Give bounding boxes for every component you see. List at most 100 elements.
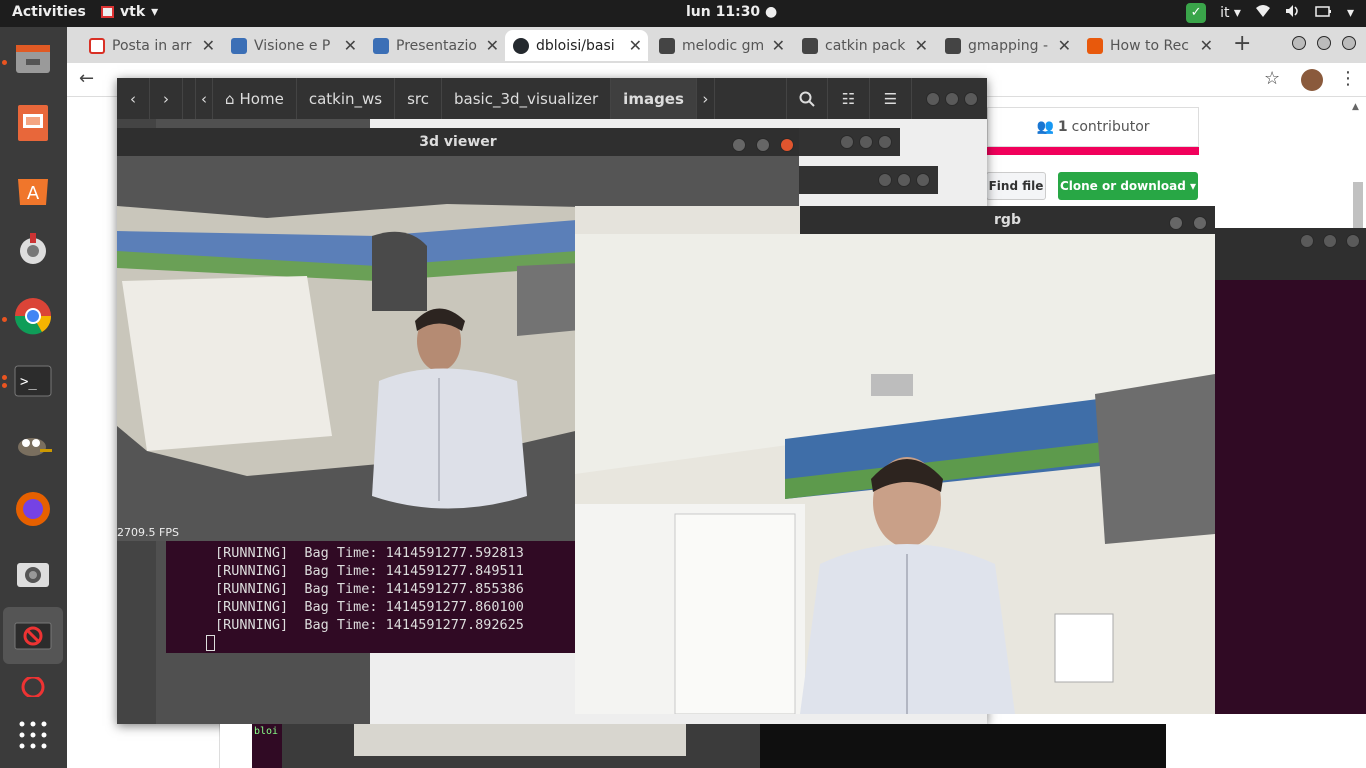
- terminal-icon[interactable]: >_: [9, 357, 57, 405]
- search-icon[interactable]: [786, 78, 828, 119]
- breadcrumb[interactable]: catkin_ws: [297, 78, 396, 119]
- running-indicator: [2, 317, 7, 322]
- path-right-icon[interactable]: ›: [697, 78, 715, 119]
- minimize-icon[interactable]: [732, 138, 747, 152]
- find-file-button[interactable]: Find file: [986, 172, 1046, 200]
- vtk-dock-icon[interactable]: [3, 607, 63, 664]
- terminal-line: [RUNNING] Bag Time: 1414591277.592813: [215, 545, 524, 561]
- window-titlebar[interactable]: [1215, 228, 1366, 280]
- settings-icon[interactable]: [9, 227, 57, 275]
- forward-icon[interactable]: ›: [150, 78, 183, 119]
- system-menu-chevron-icon[interactable]: ▾: [1347, 5, 1354, 21]
- browser-tab[interactable]: catkin pack ✕: [794, 30, 934, 61]
- window-titlebar[interactable]: rgb: [800, 206, 1215, 234]
- close-icon[interactable]: [916, 173, 930, 187]
- close-icon[interactable]: ✕: [486, 36, 499, 55]
- terminal-line: [RUNNING] Bag Time: 1414591277.849511: [215, 563, 524, 579]
- camera-icon[interactable]: [9, 549, 57, 597]
- maximize-icon[interactable]: [897, 173, 911, 187]
- breadcrumb-current[interactable]: images: [611, 78, 697, 119]
- clone-download-button[interactable]: Clone or download ▾: [1058, 172, 1198, 200]
- avatar[interactable]: [1301, 69, 1323, 91]
- maximize-icon[interactable]: [1322, 234, 1337, 248]
- minimize-icon[interactable]: [926, 91, 940, 106]
- contributors-box[interactable]: 👥 1 contributor: [987, 107, 1199, 147]
- new-tab-icon[interactable]: +: [1233, 31, 1251, 56]
- firefox-icon[interactable]: [9, 484, 57, 532]
- app-menu[interactable]: vtk ▾: [101, 4, 158, 20]
- browser-tab[interactable]: Presentazio ✕: [365, 30, 505, 61]
- bookmark-star-icon[interactable]: ☆: [1264, 68, 1280, 89]
- chrome-icon[interactable]: [9, 292, 57, 340]
- path-left-icon[interactable]: ‹: [195, 78, 213, 119]
- close-icon[interactable]: [1346, 234, 1360, 248]
- svg-text:>_: >_: [20, 374, 37, 390]
- extra-app-icon[interactable]: [9, 677, 57, 697]
- close-icon[interactable]: [1342, 36, 1356, 50]
- clock[interactable]: lun 11:30 ●: [686, 4, 777, 20]
- site-icon: [373, 37, 389, 54]
- impress-icon[interactable]: [9, 99, 57, 147]
- more-menu-icon[interactable]: ⋮: [1339, 68, 1357, 89]
- close-icon[interactable]: ✕: [1058, 36, 1071, 55]
- language-indicator[interactable]: it ▾: [1220, 5, 1241, 21]
- close-icon[interactable]: ✕: [629, 36, 642, 55]
- minimize-icon[interactable]: [1292, 36, 1306, 50]
- close-icon[interactable]: [964, 91, 978, 106]
- running-indicator: [2, 375, 7, 380]
- back-icon[interactable]: ←: [79, 68, 94, 89]
- hamburger-menu-icon[interactable]: ☰: [870, 78, 912, 119]
- rgb-window[interactable]: rgb: [575, 206, 1215, 714]
- maximize-icon[interactable]: [1317, 36, 1331, 50]
- minimize-icon[interactable]: [1169, 216, 1184, 230]
- breadcrumb[interactable]: src: [395, 78, 442, 119]
- background-terminal-window[interactable]: [1215, 228, 1366, 714]
- tab-label: Visione e P: [254, 37, 331, 54]
- minimize-icon[interactable]: [878, 173, 892, 187]
- close-icon[interactable]: [780, 138, 794, 152]
- tab-label: catkin pack: [825, 37, 906, 54]
- maximize-icon[interactable]: [859, 135, 873, 149]
- breadcrumb[interactable]: basic_3d_visualizer: [442, 78, 612, 119]
- browser-tab-active[interactable]: dbloisi/basi ✕: [505, 30, 648, 61]
- maximize-icon[interactable]: [756, 138, 771, 152]
- breadcrumb-home[interactable]: ⌂ Home: [213, 78, 297, 119]
- close-icon[interactable]: [878, 135, 892, 149]
- activities-button[interactable]: Activities: [12, 4, 86, 20]
- tab-label: gmapping -: [968, 37, 1049, 54]
- svg-text:A: A: [27, 183, 40, 204]
- close-icon[interactable]: ✕: [344, 36, 357, 55]
- ros-icon: [802, 37, 818, 54]
- files-manager-icon[interactable]: [9, 34, 57, 82]
- tab-label: melodic gm: [682, 37, 765, 54]
- update-ok-icon[interactable]: ✓: [1186, 3, 1207, 23]
- minimize-icon[interactable]: [840, 135, 854, 149]
- browser-tab[interactable]: How to Rec ✕: [1079, 30, 1219, 61]
- terminal-window[interactable]: [RUNNING] Bag Time: 1414591277.592813 [R…: [166, 540, 575, 653]
- browser-tab[interactable]: gmapping - ✕: [937, 30, 1077, 61]
- close-icon[interactable]: ✕: [772, 36, 785, 55]
- show-applications-icon[interactable]: [9, 711, 57, 759]
- maximize-icon[interactable]: [945, 91, 959, 106]
- volume-icon[interactable]: [1285, 4, 1301, 22]
- browser-tab[interactable]: Visione e P ✕: [223, 30, 363, 61]
- browser-tab[interactable]: Posta in arr ✕: [81, 30, 221, 61]
- back-icon[interactable]: ‹: [117, 78, 150, 119]
- software-center-icon[interactable]: A: [9, 164, 57, 212]
- scroll-up-icon[interactable]: ▲: [1352, 102, 1362, 112]
- contributors-label: contributor: [1071, 119, 1150, 135]
- language-bar: [987, 147, 1199, 155]
- terminal-cursor: [206, 635, 215, 651]
- gimp-icon[interactable]: [9, 420, 57, 468]
- browser-tab[interactable]: melodic gm ✕: [651, 30, 791, 61]
- wifi-icon[interactable]: [1255, 4, 1271, 22]
- close-icon[interactable]: [1193, 216, 1207, 230]
- close-icon[interactable]: ✕: [915, 36, 928, 55]
- file-manager-header: ‹ › ‹ ⌂ Home catkin_ws src basic_3d_visu…: [117, 78, 987, 119]
- battery-icon[interactable]: [1315, 4, 1333, 22]
- close-icon[interactable]: ✕: [202, 36, 215, 55]
- window-titlebar[interactable]: 3d viewer: [117, 128, 799, 156]
- view-list-icon[interactable]: ☷: [828, 78, 870, 119]
- close-icon[interactable]: ✕: [1200, 36, 1213, 55]
- minimize-icon[interactable]: [1299, 234, 1314, 248]
